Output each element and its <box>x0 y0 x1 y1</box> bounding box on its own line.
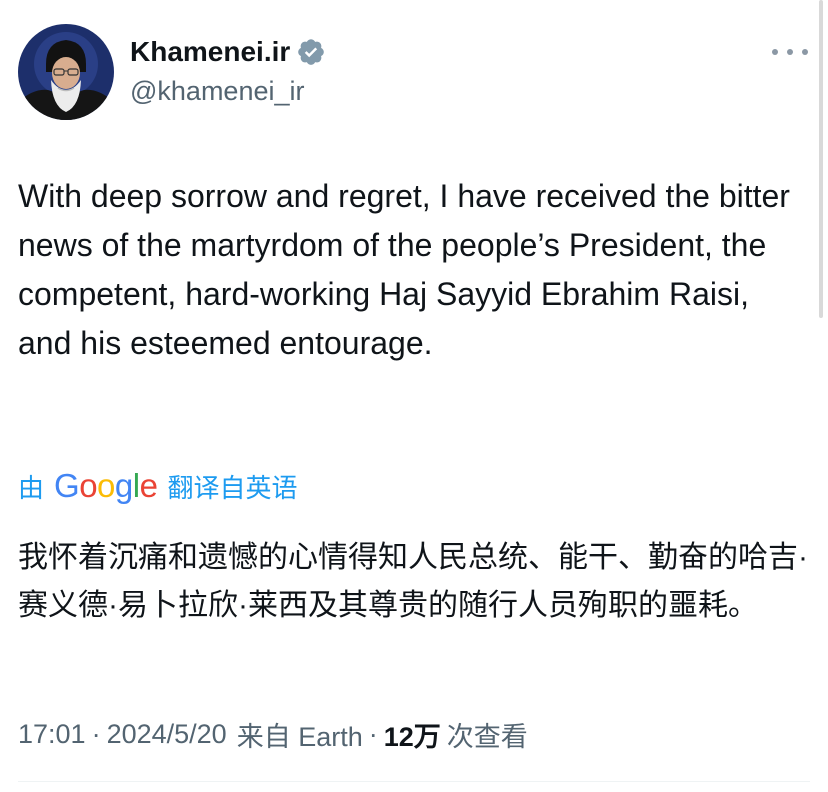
author-avatar[interactable] <box>18 24 114 120</box>
tweet-meta: 17:01 · 2024/5/20 来自 Earth · 12万 次查看 <box>18 712 528 756</box>
profile-photo-icon <box>18 24 114 120</box>
meta-separator: · <box>91 718 101 749</box>
tweet-time[interactable]: 17:01 <box>18 719 86 750</box>
more-dot-icon <box>787 49 793 55</box>
tweet-source: 来自 Earth <box>236 721 363 752</box>
translated-by-suffix: 翻译自英语 <box>167 472 298 503</box>
more-options-button[interactable] <box>772 40 808 64</box>
author-handle[interactable]: @khamenei_ir <box>130 76 305 107</box>
author-name-row: Khamenei.ir <box>130 34 326 70</box>
translated-by-prefix: 由 <box>18 472 45 503</box>
meta-separator: · <box>368 718 378 749</box>
google-logo: Google <box>54 467 158 504</box>
tweet-date[interactable]: 2024/5/20 <box>107 719 227 750</box>
translated-by-link[interactable]: 由 Google 翻译自英语 <box>18 466 297 506</box>
views-label: 次查看 <box>446 721 528 752</box>
divider <box>18 781 810 782</box>
more-dot-icon <box>772 49 778 55</box>
tweet-text: With deep sorrow and regret, I have rece… <box>18 178 790 361</box>
views-count[interactable]: 12万 <box>384 715 441 754</box>
author-display-name[interactable]: Khamenei.ir <box>130 36 290 68</box>
scrollbar[interactable] <box>819 0 823 318</box>
more-dot-icon <box>802 49 808 55</box>
verified-badge-icon[interactable] <box>296 37 326 67</box>
translated-tweet-text: 我怀着沉痛和遗憾的心情得知人民总统、能干、勤奋的哈吉·赛义德·易卜拉欣·莱西及其… <box>18 541 808 622</box>
